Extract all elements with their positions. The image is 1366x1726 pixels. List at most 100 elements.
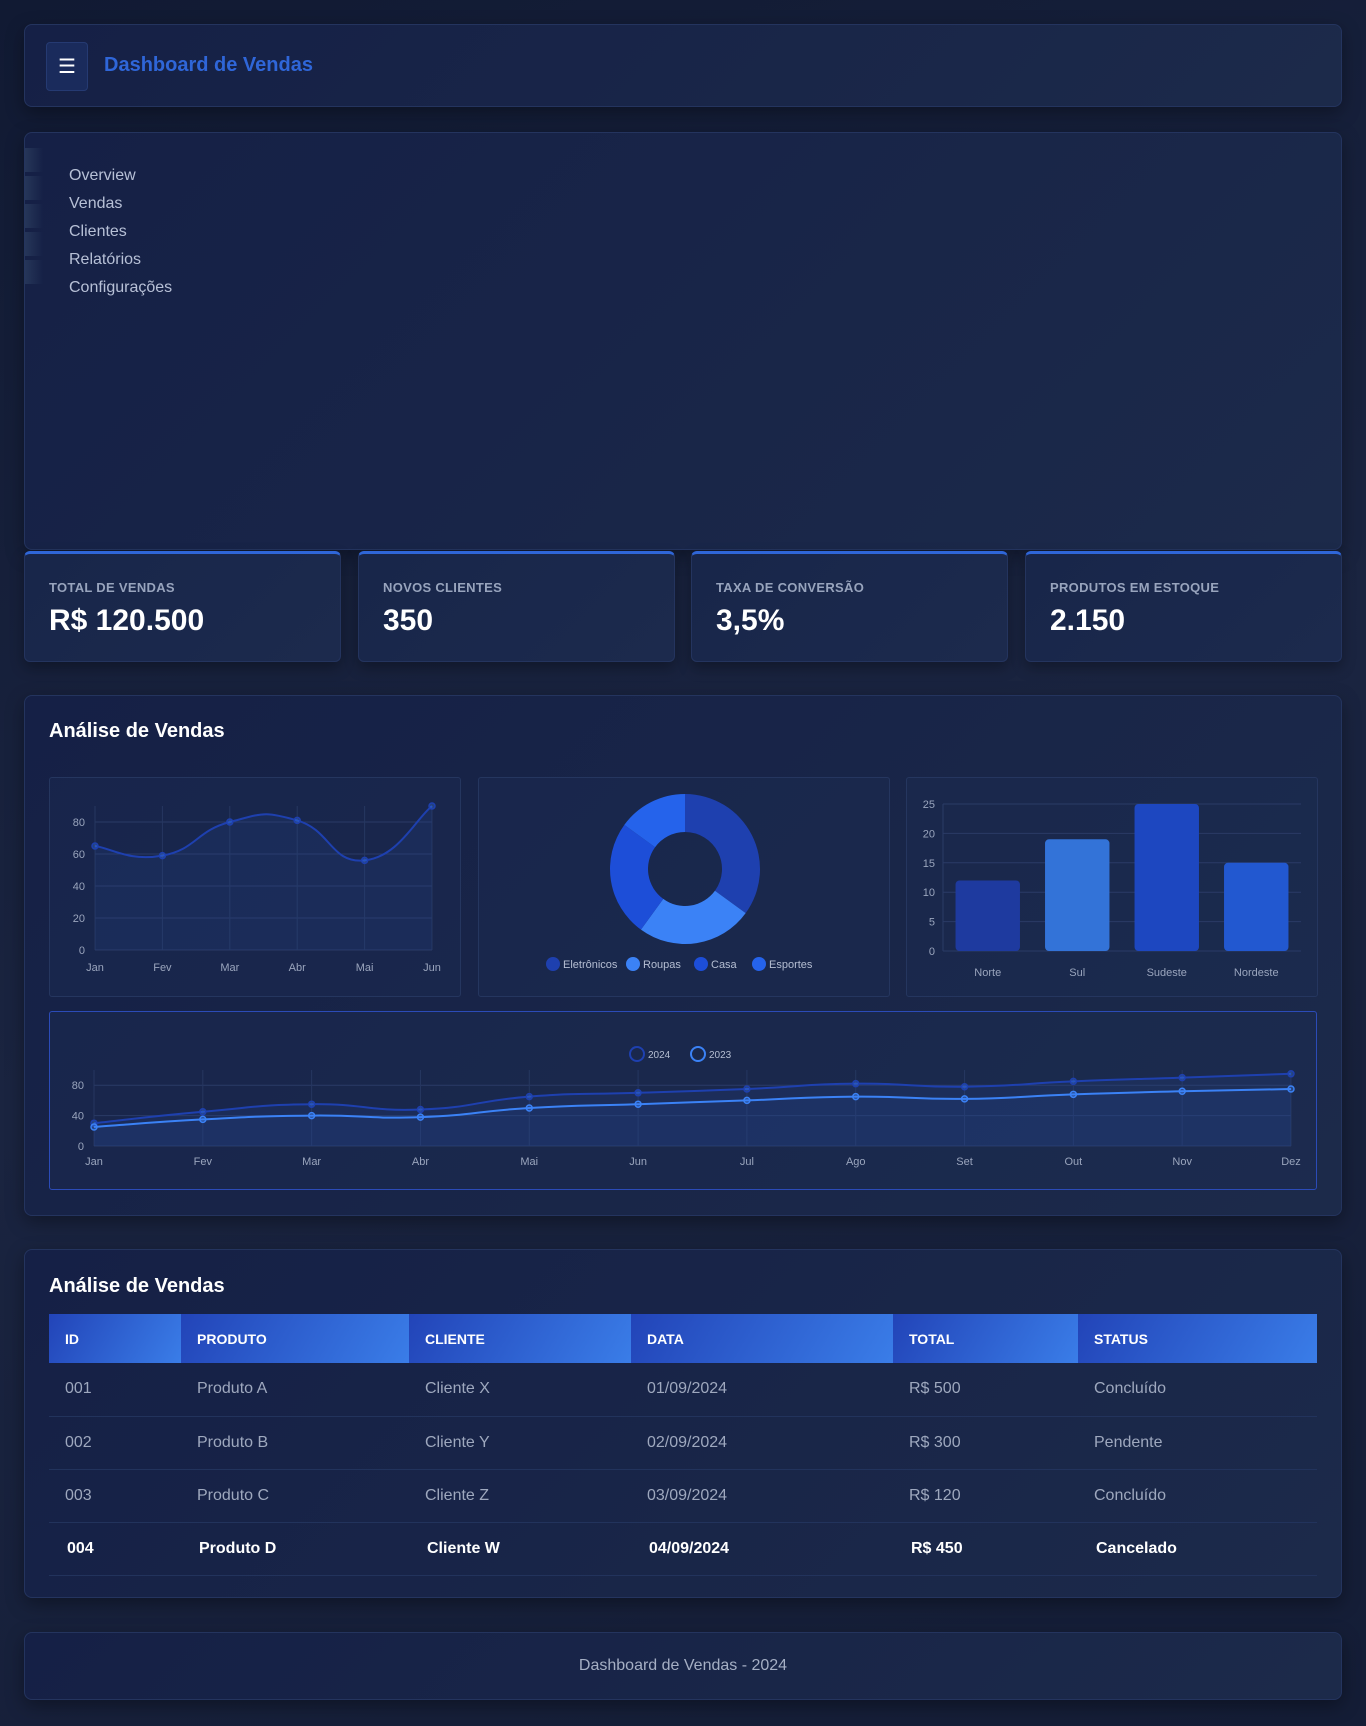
data-point <box>428 802 436 810</box>
table-cell: Cliente X <box>409 1363 631 1417</box>
stat-value: 3,5% <box>716 604 785 637</box>
x-tick-label: Jun <box>423 962 441 974</box>
nav-item-configuracoes[interactable]: Configurações <box>69 279 172 297</box>
y-tick-label: 80 <box>72 1080 84 1092</box>
legend-label: Roupas <box>643 959 681 971</box>
y-tick-label: 10 <box>923 887 935 899</box>
table-cell: 002 <box>49 1416 181 1470</box>
stat-label: NOVOS CLIENTES <box>383 580 503 595</box>
bar <box>1224 862 1289 951</box>
region-bar-chart: 0 5 10 15 20 25 Norte Sul Sudeste Nordeste <box>906 777 1318 997</box>
analysis-section: Análise de Vendas 0 20 40 60 80 Jan Fev Mar Abr M… <box>24 695 1342 1216</box>
y-tick-label: 80 <box>73 817 85 829</box>
footer: Dashboard de Vendas - 2024 <box>24 1632 1342 1700</box>
series-area <box>95 806 432 950</box>
data-point <box>634 1100 642 1108</box>
legend-swatch <box>690 1046 706 1062</box>
column-header[interactable]: STATUS <box>1078 1314 1317 1363</box>
nav-item-vendas[interactable]: Vendas <box>69 195 122 213</box>
legend-swatch <box>694 957 708 971</box>
column-header[interactable]: DATA <box>631 1314 893 1363</box>
table-cell: 001 <box>49 1363 181 1417</box>
x-tick-label: Jul <box>740 1156 754 1168</box>
column-header[interactable]: CLIENTE <box>409 1314 631 1363</box>
y-tick-label: 0 <box>929 946 935 958</box>
nav-indicator <box>25 260 43 284</box>
section-title: Análise de Vendas <box>49 720 225 742</box>
table-cell: R$ 500 <box>893 1363 1078 1417</box>
y-tick-label: 25 <box>923 799 935 811</box>
x-tick-label: Fev <box>153 962 172 974</box>
legend-swatch <box>626 957 640 971</box>
table-cell: Cliente Y <box>409 1416 631 1470</box>
nav-indicator <box>25 176 43 200</box>
data-point <box>1178 1087 1186 1096</box>
column-header[interactable]: PRODUTO <box>181 1314 409 1363</box>
data-point <box>743 1085 751 1093</box>
table-row[interactable]: 001 Produto A Cliente X 01/09/2024 R$ 500 Con… <box>49 1363 1317 1417</box>
data-point <box>307 1111 316 1120</box>
footer-text: Dashboard de Vendas - 2024 <box>578 1657 788 1674</box>
table-cell: Cancelado <box>1078 1522 1317 1576</box>
table-cell: 004 <box>49 1522 181 1576</box>
table-cell: 003 <box>49 1469 181 1523</box>
x-tick-label: Norte <box>974 967 1001 979</box>
data-point <box>960 1095 969 1103</box>
stat-card-novos-clientes: NOVOS CLIENTES 350 <box>358 551 675 662</box>
column-header[interactable]: TOTAL <box>893 1314 1078 1363</box>
page-title: Dashboard de Vendas <box>104 54 313 76</box>
table-cell: Produto A <box>181 1363 409 1417</box>
menu-toggle-button[interactable]: ☰ <box>46 42 88 91</box>
table-cell: Pendente <box>1078 1416 1317 1470</box>
data-point <box>1287 1085 1295 1093</box>
x-tick-label: Out <box>1064 1156 1082 1168</box>
chart-svg: 0 20 40 60 80 Jan Fev Mar Abr Mai Jun <box>73 802 441 974</box>
data-point <box>226 818 234 826</box>
nav-item-clientes[interactable]: Clientes <box>69 223 127 241</box>
table-row[interactable]: 003 Produto C Cliente Z 03/09/2024 R$ 120 Con… <box>49 1469 1317 1523</box>
stat-card-total-vendas: TOTAL DE VENDAS R$ 120.500 <box>24 551 341 662</box>
legend-label: Casa <box>711 959 738 971</box>
stat-card-produtos-estoque: PRODUTOS EM ESTOQUE 2.150 <box>1025 551 1342 662</box>
y-tick-label: 40 <box>73 881 85 893</box>
monthly-sales-line-chart: 0 20 40 60 80 Jan Fev Mar Abr Mai Jun <box>49 777 461 997</box>
hamburger-icon: ☰ <box>58 56 76 78</box>
legend-label: Eletrônicos <box>563 959 618 971</box>
data-point <box>293 816 301 825</box>
column-header[interactable]: ID <box>49 1314 181 1363</box>
x-tick-label: Sul <box>1069 967 1085 979</box>
legend-label: 2024 <box>648 1050 671 1061</box>
x-tick-label: Ago <box>846 1156 866 1168</box>
table-cell: R$ 300 <box>893 1416 1078 1470</box>
table-cell: 01/09/2024 <box>631 1363 893 1417</box>
stat-label: TOTAL DE VENDAS <box>49 580 175 595</box>
data-point <box>307 1100 316 1108</box>
table-cell: R$ 120 <box>893 1469 1078 1523</box>
table-cell: Produto B <box>181 1416 409 1470</box>
table-row[interactable]: 002 Produto B Cliente Y 02/09/2024 R$ 300 Pen… <box>49 1416 1317 1470</box>
y-tick-label: 40 <box>72 1111 84 1123</box>
donut-slice <box>685 794 760 914</box>
x-tick-label: Dez <box>1281 1156 1301 1168</box>
x-tick-label: Abr <box>289 962 306 974</box>
legend-label: Esportes <box>769 959 813 971</box>
data-point <box>851 1079 860 1088</box>
y-tick-label: 0 <box>79 945 85 957</box>
nav-item-relatorios[interactable]: Relatórios <box>69 251 141 269</box>
table-cell: R$ 450 <box>893 1522 1078 1576</box>
legend-label: 2023 <box>709 1050 732 1061</box>
y-tick-label: 20 <box>73 913 85 925</box>
data-point <box>743 1096 751 1105</box>
data-point <box>416 1105 425 1114</box>
section-title: Análise de Vendas <box>49 1275 225 1297</box>
stat-label: TAXA DE CONVERSÃO <box>716 580 865 595</box>
y-tick-label: 15 <box>923 858 935 870</box>
table-row[interactable]: 004 Produto D Cliente W 04/09/2024 R$ 450 Can… <box>49 1522 1317 1576</box>
nav-indicator <box>25 148 43 172</box>
nav-item-overview[interactable]: Overview <box>69 167 136 185</box>
y-tick-label: 20 <box>923 828 935 840</box>
table-cell: 04/09/2024 <box>631 1522 893 1576</box>
bar <box>955 880 1020 951</box>
table-cell: Produto C <box>181 1469 409 1523</box>
data-point <box>90 1123 98 1131</box>
